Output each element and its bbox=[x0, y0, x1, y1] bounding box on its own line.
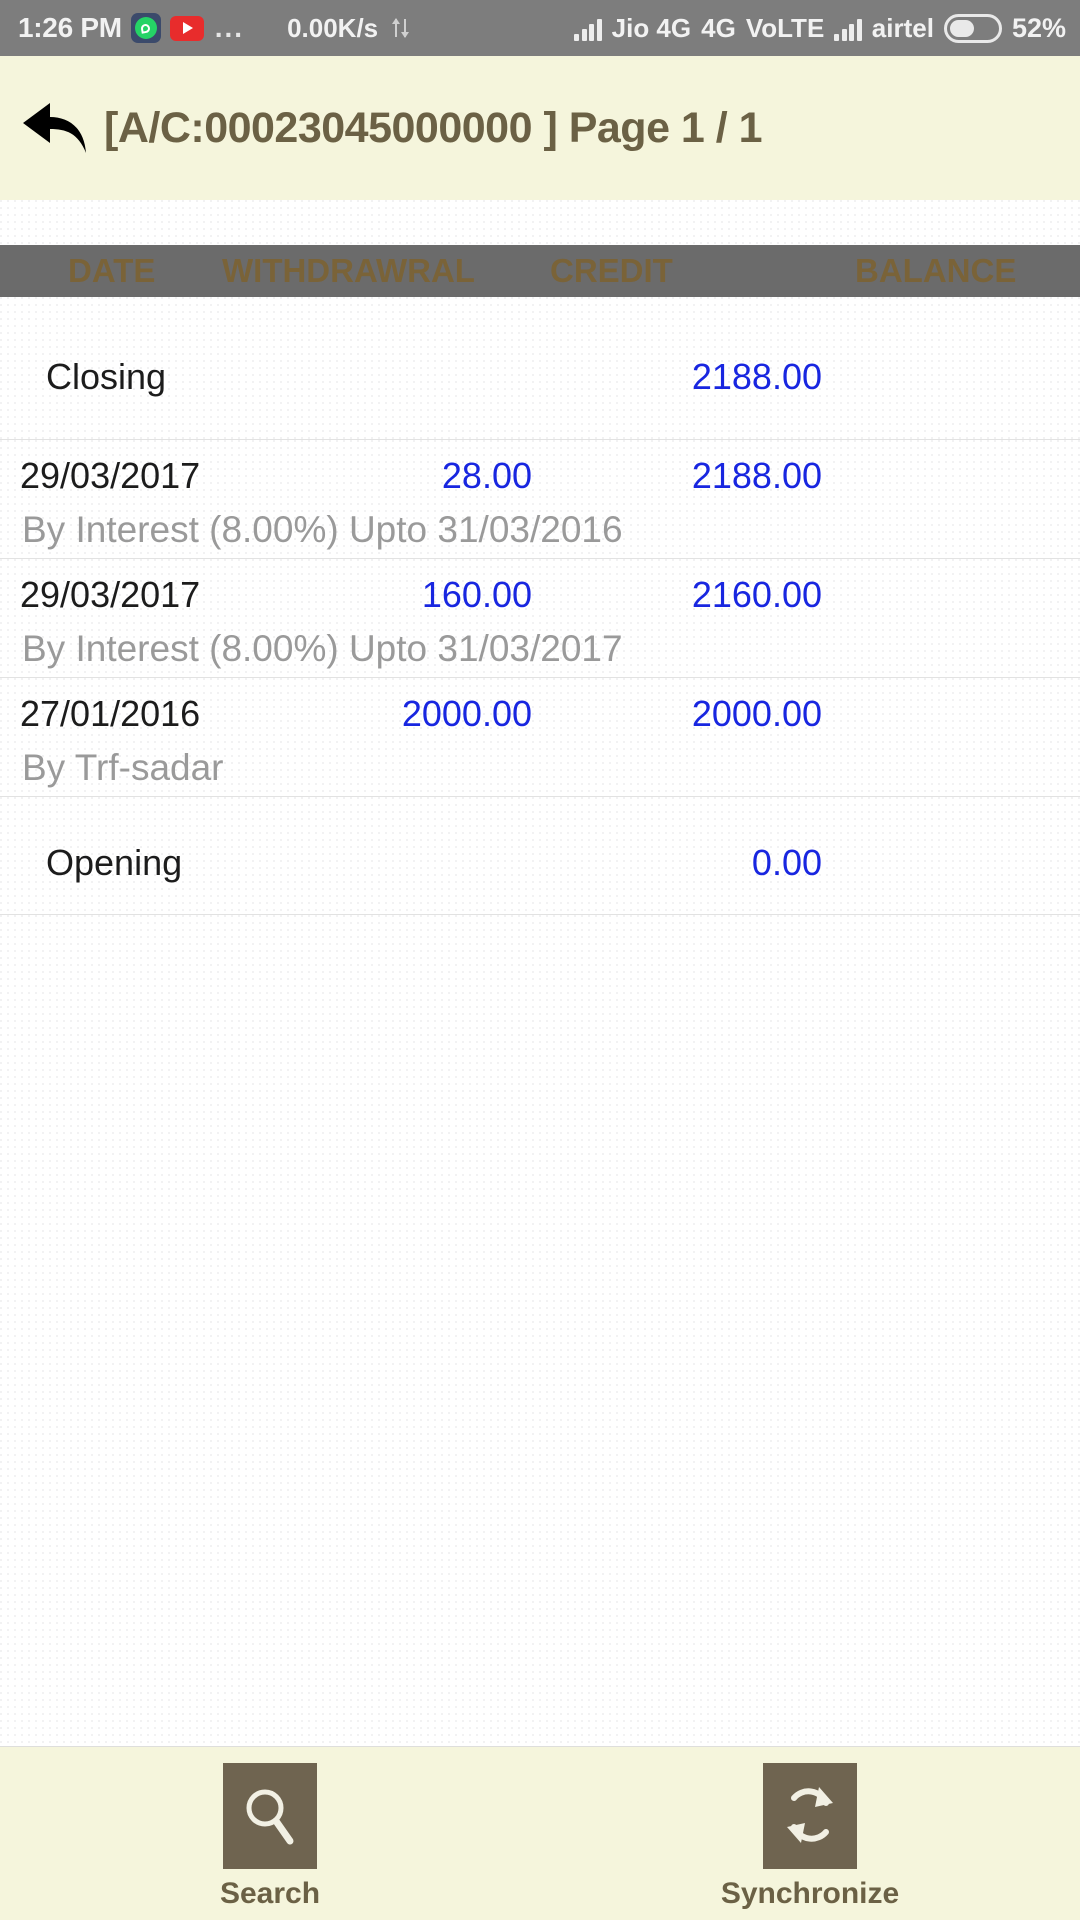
battery-icon bbox=[943, 13, 1002, 43]
page-title: [A/C:00023045000000 ] Page 1 / 1 bbox=[104, 103, 763, 152]
synchronize-icon bbox=[763, 1762, 857, 1869]
notification-overflow-icon: ... bbox=[214, 12, 245, 43]
column-header-date: DATE bbox=[68, 252, 156, 289]
signal-strength-sim2-icon bbox=[834, 15, 862, 41]
table-row[interactable]: 27/01/2016 2000.00 2000.00 By Trf-sadar bbox=[0, 678, 1080, 797]
row-credit: 28.00 bbox=[441, 455, 532, 496]
sim1-carrier-label: Jio 4G bbox=[611, 12, 692, 43]
row-narration: By Trf-sadar bbox=[22, 747, 224, 788]
opening-balance-row[interactable]: Opening 0.00 bbox=[0, 797, 1080, 915]
status-bar-left: 1:26 PM ... 0.00K/s bbox=[18, 12, 411, 44]
row-balance: 2000.00 bbox=[691, 693, 822, 734]
row-date: 27/01/2016 bbox=[20, 693, 201, 734]
whatsapp-icon bbox=[130, 13, 161, 43]
synchronize-label: Synchronize bbox=[720, 1876, 900, 1910]
row-balance: 2160.00 bbox=[691, 574, 822, 615]
status-clock: 1:26 PM bbox=[18, 12, 122, 43]
row-narration: By Interest (8.00%) Upto 31/03/2016 bbox=[22, 509, 623, 550]
search-button[interactable]: Search bbox=[0, 1762, 540, 1911]
signal-strength-sim1-icon bbox=[574, 15, 602, 41]
network-type-label: 4G bbox=[701, 12, 736, 43]
row-date: 29/03/2017 bbox=[20, 574, 201, 615]
row-credit: 160.00 bbox=[421, 574, 532, 615]
bottom-toolbar: Search Synchronize bbox=[0, 1746, 1080, 1920]
back-arrow-icon[interactable] bbox=[18, 96, 92, 160]
closing-label: Closing bbox=[46, 355, 167, 397]
content-top-gap bbox=[0, 200, 1080, 245]
closing-balance-row[interactable]: Closing 2188.00 bbox=[0, 297, 1080, 440]
statement-content: DATE WITHDRAWRAL CREDIT BALANCE Closing … bbox=[0, 200, 1080, 1846]
opening-balance: 0.00 bbox=[751, 841, 822, 883]
network-speed-label: 0.00K/s bbox=[287, 12, 379, 43]
synchronize-button[interactable]: Synchronize bbox=[540, 1762, 1080, 1911]
phone-screen: 1:26 PM ... 0.00K/s Jio 4G 4G VoLTE airt… bbox=[0, 0, 1080, 1920]
search-icon bbox=[223, 1762, 317, 1869]
empty-list-area bbox=[0, 915, 1080, 1815]
row-credit: 2000.00 bbox=[401, 693, 532, 734]
table-column-header: DATE WITHDRAWRAL CREDIT BALANCE bbox=[0, 245, 1080, 297]
column-header-balance: BALANCE bbox=[855, 252, 1017, 289]
row-balance: 2188.00 bbox=[691, 455, 822, 496]
table-row[interactable]: 29/03/2017 28.00 2188.00 By Interest (8.… bbox=[0, 440, 1080, 559]
row-date: 29/03/2017 bbox=[20, 455, 201, 496]
opening-label: Opening bbox=[46, 841, 183, 883]
app-header: [A/C:00023045000000 ] Page 1 / 1 bbox=[0, 56, 1080, 200]
closing-balance: 2188.00 bbox=[691, 355, 822, 397]
volte-label: VoLTE bbox=[745, 12, 825, 43]
search-label: Search bbox=[219, 1876, 321, 1910]
youtube-icon bbox=[169, 15, 204, 41]
row-narration: By Interest (8.00%) Upto 31/03/2017 bbox=[22, 628, 623, 669]
data-transfer-icon bbox=[391, 15, 411, 41]
column-header-credit: CREDIT bbox=[550, 252, 673, 289]
column-header-withdrawal: WITHDRAWRAL bbox=[222, 252, 475, 289]
table-row[interactable]: 29/03/2017 160.00 2160.00 By Interest (8… bbox=[0, 559, 1080, 678]
sim2-carrier-label: airtel bbox=[871, 12, 934, 43]
status-bar: 1:26 PM ... 0.00K/s Jio 4G 4G VoLTE airt… bbox=[0, 0, 1080, 56]
battery-percent-label: 52% bbox=[1011, 12, 1066, 43]
status-bar-right: Jio 4G 4G VoLTE airtel 52% bbox=[574, 13, 1066, 44]
